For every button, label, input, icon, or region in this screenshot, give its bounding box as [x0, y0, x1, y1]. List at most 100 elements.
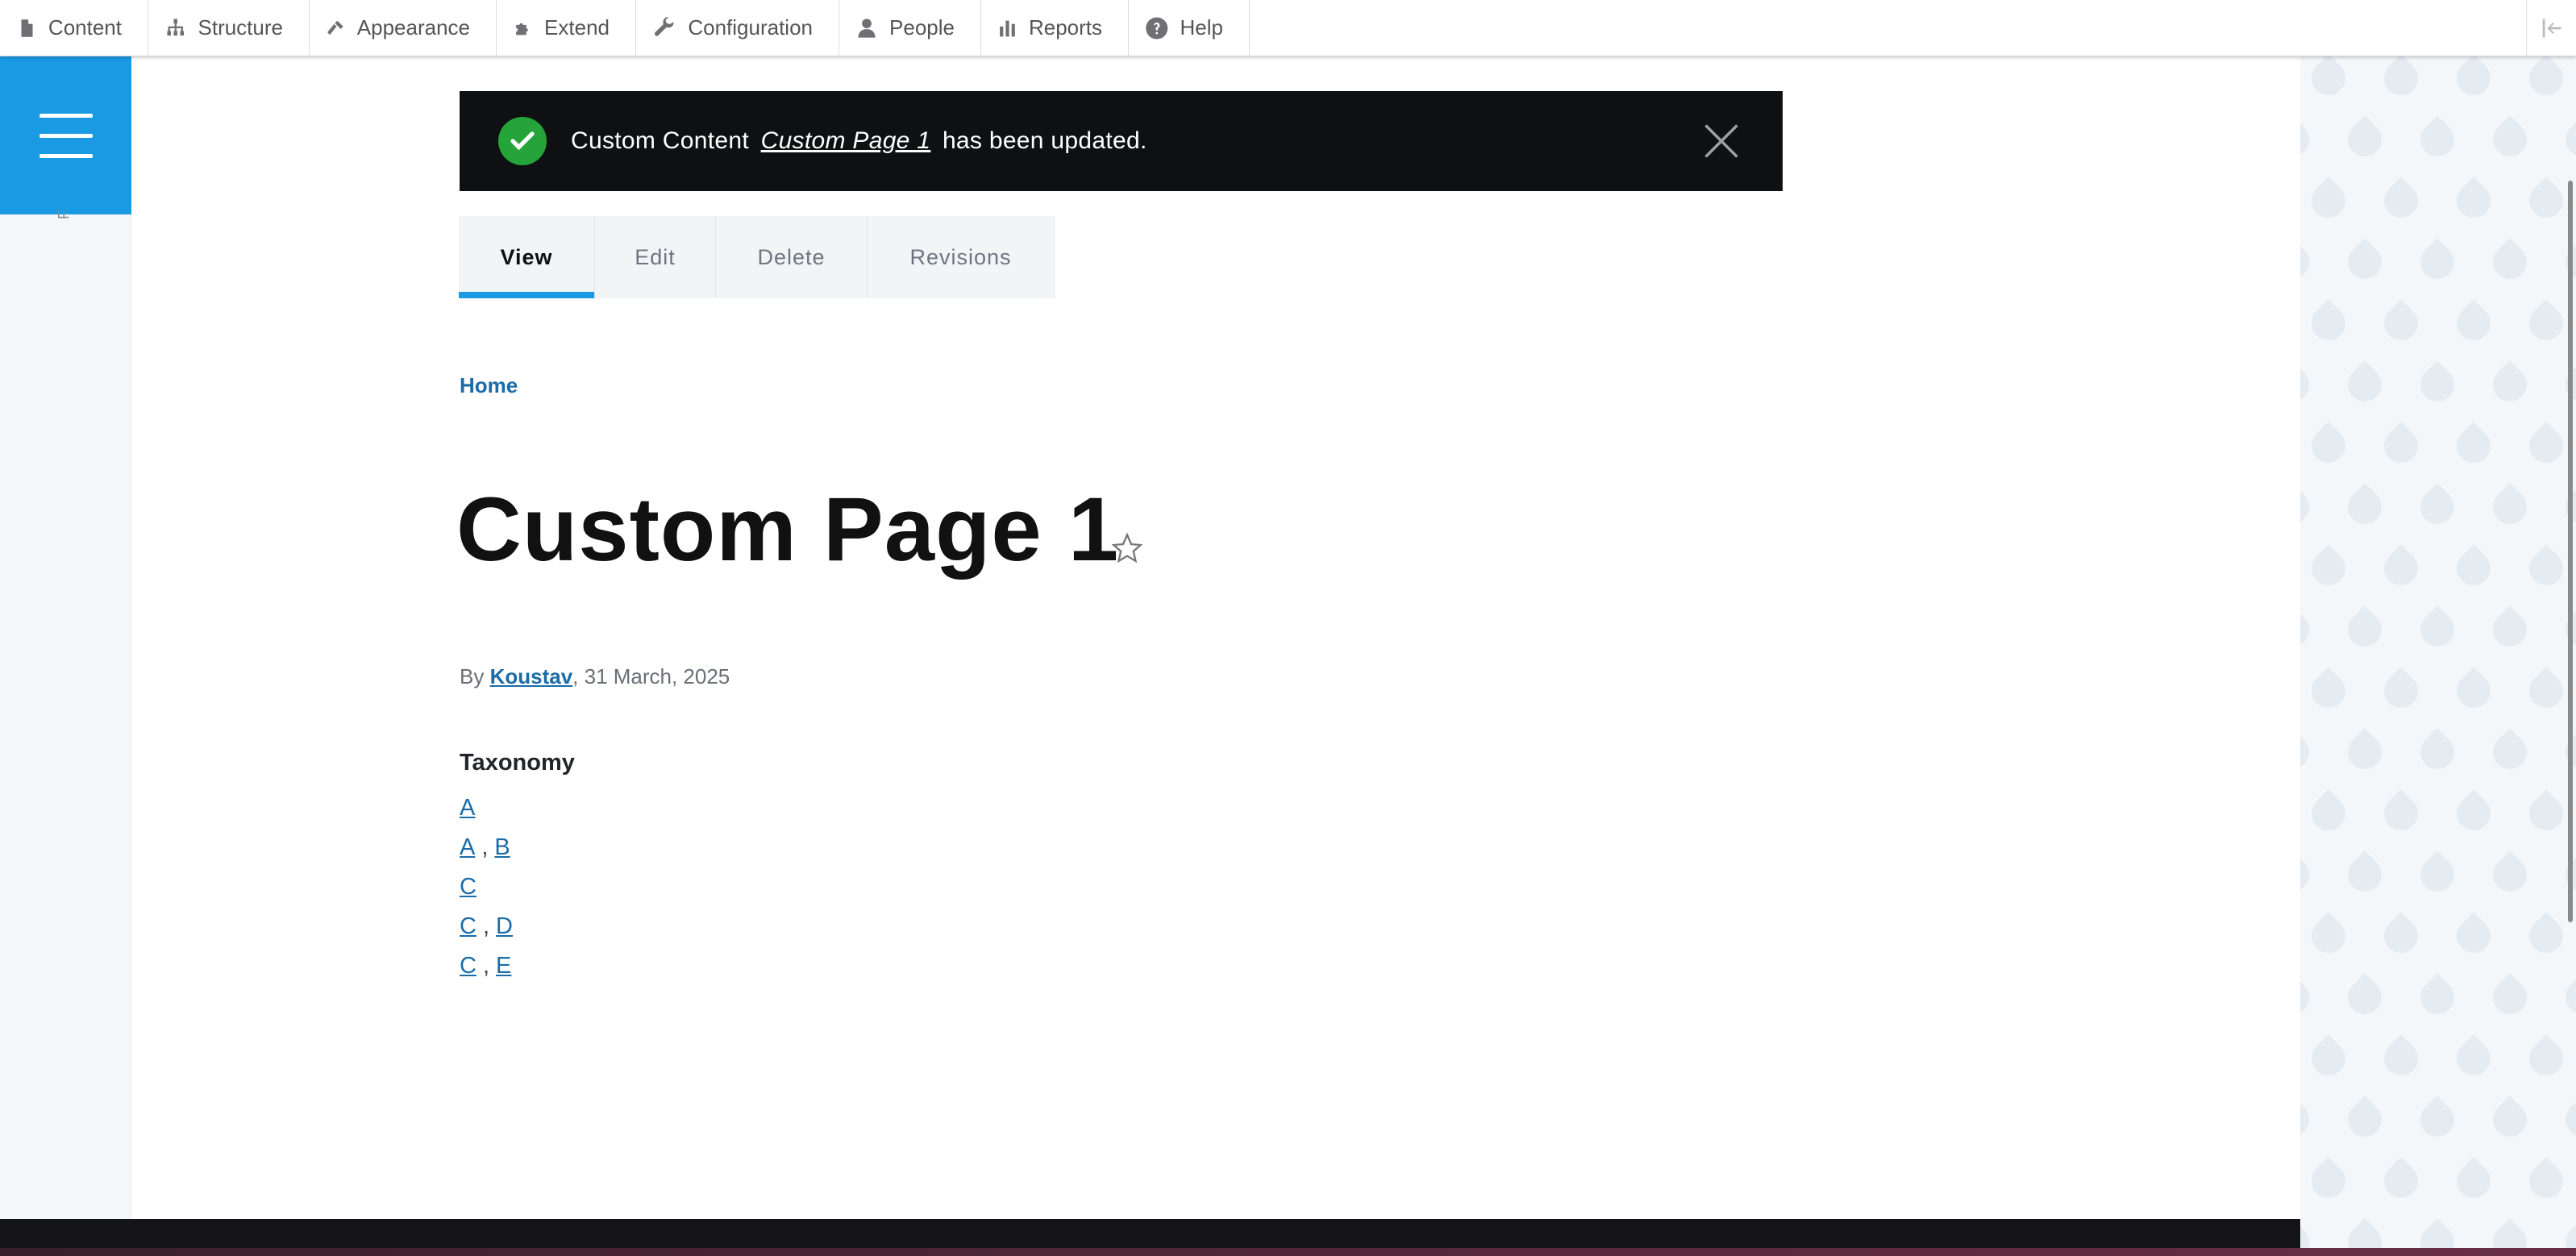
- drop-shape: [2449, 1034, 2498, 1083]
- author-link[interactable]: Koustav: [490, 664, 573, 688]
- drop-shape: [2377, 56, 2425, 102]
- drop-shape: [2486, 605, 2534, 654]
- drop-shape: [2486, 360, 2534, 409]
- drop-shape: [2304, 56, 2353, 102]
- toolbar-item-label: Content: [48, 15, 122, 40]
- taxonomy-term-link[interactable]: B: [494, 834, 510, 861]
- sidebar-rotated-text: F: [56, 210, 72, 219]
- collapse-left-icon: [2542, 19, 2561, 37]
- drop-shape: [2486, 973, 2534, 1021]
- drop-shape: [2413, 483, 2462, 531]
- toolbar-item-content[interactable]: Content: [0, 0, 148, 56]
- drop-shape: [2341, 1096, 2389, 1144]
- drop-shape: [2486, 115, 2534, 164]
- drop-shape: [2449, 912, 2498, 960]
- drop-shape: [2486, 1218, 2534, 1248]
- drop-shape: [2341, 360, 2389, 409]
- drop-shape: [2304, 667, 2353, 715]
- file-icon: [21, 19, 33, 37]
- hamburger-line: [39, 113, 93, 118]
- drop-shape: [2341, 973, 2389, 1021]
- drop-shape: [2377, 177, 2425, 225]
- taxonomy-term-link[interactable]: A: [460, 795, 475, 821]
- drop-shape: [2522, 912, 2570, 960]
- drop-shape: [2300, 851, 2316, 899]
- drop-shape: [2377, 912, 2425, 960]
- drop-shape: [2377, 667, 2425, 715]
- toolbar-item-label: Reports: [1028, 15, 1102, 40]
- local-tasks-tabs: View Edit Delete Revisions: [459, 216, 1055, 298]
- drop-shape: [2341, 605, 2389, 654]
- term-separator: ,: [481, 834, 489, 860]
- breadcrumb-home-link[interactable]: Home: [460, 373, 518, 398]
- tab-delete[interactable]: Delete: [716, 216, 868, 298]
- hamburger-line: [39, 133, 93, 138]
- drop-shape: [2486, 1096, 2534, 1144]
- drop-shape: [2449, 177, 2498, 225]
- status-text: Custom Content Custom Page 1 has been up…: [571, 127, 1147, 155]
- taxonomy-term-link[interactable]: D: [496, 913, 513, 940]
- tab-edit[interactable]: Edit: [595, 216, 716, 298]
- drop-shape: [2558, 973, 2576, 1021]
- window-bottom-edge: [0, 1248, 2576, 1256]
- toolbar-orientation-toggle[interactable]: [2526, 0, 2576, 56]
- toolbar-item-structure[interactable]: Structure: [148, 0, 310, 56]
- star-icon[interactable]: [1111, 532, 1143, 564]
- drop-shape: [2413, 851, 2462, 899]
- close-icon[interactable]: [1700, 120, 1742, 162]
- drop-shape: [2449, 667, 2498, 715]
- drop-shape: [2300, 1218, 2316, 1248]
- bar-chart-icon: [1000, 20, 1015, 36]
- drop-shape: [2341, 115, 2389, 164]
- status-message: Custom Content Custom Page 1 has been up…: [460, 91, 1783, 191]
- menu-toggle-button[interactable]: [0, 56, 131, 214]
- taxonomy-term-link[interactable]: C: [460, 953, 476, 979]
- drop-shape: [2413, 728, 2462, 776]
- drop-shape: [2522, 1034, 2570, 1083]
- toolbar-item-help[interactable]: Help: [1129, 0, 1250, 56]
- drop-shape: [2558, 115, 2576, 164]
- drop-shape: [2449, 299, 2498, 347]
- taxonomy-term-link[interactable]: A: [460, 834, 475, 861]
- toolbar-item-label: Structure: [198, 15, 284, 40]
- drop-shape: [2300, 238, 2316, 286]
- drop-shape: [2558, 1096, 2576, 1144]
- paintbrush-icon: [327, 20, 343, 35]
- page-scrollbar[interactable]: [2568, 181, 2573, 922]
- list-item: A: [460, 788, 513, 828]
- toolbar-item-label: Configuration: [688, 15, 813, 40]
- drop-shape: [2522, 1157, 2570, 1205]
- drop-shape: [2413, 1096, 2462, 1144]
- drop-shape: [2449, 544, 2498, 593]
- status-prefix: Custom Content: [571, 127, 749, 154]
- toolbar-item-label: People: [889, 15, 955, 40]
- toolbar-item-label: Extend: [544, 15, 610, 40]
- status-suffix: has been updated.: [942, 127, 1147, 154]
- drop-shape: [2304, 1034, 2353, 1083]
- drop-shape: [2377, 789, 2425, 838]
- drop-shape: [2522, 56, 2570, 102]
- taxonomy-term-link[interactable]: C: [460, 913, 476, 940]
- drop-shape: [2449, 56, 2498, 102]
- toolbar-item-appearance[interactable]: Appearance: [310, 0, 497, 56]
- taxonomy-label: Taxonomy: [460, 750, 575, 776]
- drop-shape: [2413, 1218, 2462, 1248]
- taxonomy-term-link[interactable]: C: [460, 874, 476, 900]
- toolbar-item-reports[interactable]: Reports: [981, 0, 1129, 56]
- tab-revisions[interactable]: Revisions: [868, 216, 1055, 298]
- drop-shape: [2304, 299, 2353, 347]
- drop-shape: [2486, 238, 2534, 286]
- toolbar-item-configuration[interactable]: Configuration: [636, 0, 839, 56]
- taxonomy-term-link[interactable]: E: [496, 953, 511, 979]
- status-node-link[interactable]: Custom Page 1: [761, 127, 931, 154]
- drop-shape: [2341, 238, 2389, 286]
- drop-shape: [2300, 973, 2316, 1021]
- tab-view[interactable]: View: [459, 216, 595, 298]
- toolbar-item-people[interactable]: People: [839, 0, 981, 56]
- toolbar-item-label: Appearance: [356, 15, 470, 40]
- term-separator: ,: [482, 953, 490, 979]
- toolbar-item-extend[interactable]: Extend: [497, 0, 636, 56]
- drop-shape: [2341, 483, 2389, 531]
- drop-shape: [2522, 422, 2570, 470]
